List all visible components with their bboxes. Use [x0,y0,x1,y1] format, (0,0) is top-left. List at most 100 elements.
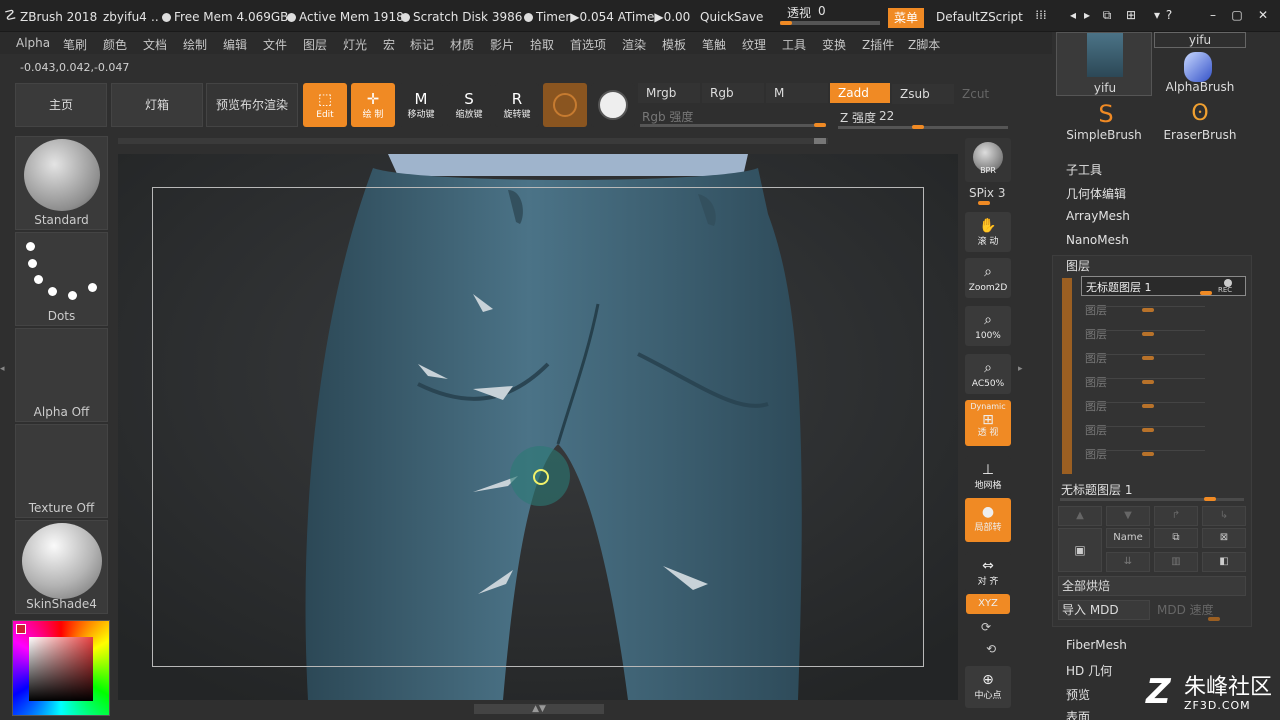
help-icon[interactable]: ? [1162,9,1176,21]
redo-icon[interactable]: ↱ [1154,506,1198,526]
delete-layer-icon[interactable]: ⊠ [1202,528,1246,548]
layout-icon[interactable]: ⧉ [1100,9,1114,21]
move-down-icon[interactable]: ▼ [1106,506,1150,526]
layer-name-button[interactable]: Name [1106,528,1150,548]
rgb-intensity-slider[interactable] [640,124,826,127]
center-button[interactable]: ⊕ 中心点 [965,666,1011,708]
scroll-button[interactable]: ✋ 滚 动 [965,212,1011,252]
right-tray-arrow-icon[interactable]: ▸ [1018,364,1026,380]
menu-draw[interactable]: 绘制 [183,36,207,53]
palette-toggle-icon[interactable]: ⁞⁞⁞ [1030,9,1052,21]
menu-zplugin[interactable]: Z插件 [862,36,894,53]
merge-down-icon[interactable]: ⇊ [1106,552,1150,572]
transfer-icon[interactable]: ↳ [1202,506,1246,526]
menu-edit[interactable]: 编辑 [223,36,247,53]
menu-alpha[interactable]: Alpha [16,36,50,50]
move-button[interactable]: M 移动键 [399,83,443,127]
save-layout-icon[interactable]: ⊞ [1124,9,1138,21]
color-mode-button[interactable] [591,83,635,127]
menu-movie[interactable]: 影片 [490,36,514,53]
layer-row[interactable]: 图层 [1085,350,1210,365]
active-layer-row[interactable]: 无标题图层 1 REC [1081,276,1246,296]
rotate-button[interactable]: R 旋转键 [495,83,539,127]
color-picker[interactable] [12,620,110,716]
frame-button[interactable]: ⇔ 对 齐 [965,552,1011,592]
material-selector[interactable]: SkinShade4 [15,520,108,614]
minimize-icon[interactable]: – [1206,9,1220,21]
menu-color[interactable]: 颜色 [103,36,127,53]
layer-row[interactable]: 图层 [1085,326,1210,341]
layer-row[interactable]: 图层 [1085,374,1210,389]
split-layer-icon[interactable]: ▥ [1154,552,1198,572]
floor-button[interactable]: ⊥ 地网格 [965,456,1011,496]
maximize-icon[interactable]: ▢ [1230,9,1244,21]
menu-preview[interactable]: 预览 [1066,686,1090,703]
new-layer-icon[interactable]: ▣ [1058,528,1102,572]
layer-intensity-slider[interactable] [1060,498,1244,501]
duplicate-layer-icon[interactable]: ⧉ [1154,528,1198,548]
actual-size-button[interactable]: ⌕ 100% [965,306,1011,346]
menu-tool[interactable]: 工具 [782,36,806,53]
mdd-speed-knob[interactable] [1208,617,1220,621]
transparency-slider[interactable] [780,21,880,25]
layer-intensity-knob[interactable] [1204,497,1216,501]
menu-transform[interactable]: 变换 [822,36,846,53]
rgb-button[interactable]: Rgb [702,83,764,103]
simplebrush-button[interactable]: SimpleBrush [1058,128,1150,142]
texture-selector[interactable]: Texture Off [15,424,108,518]
zcut-button[interactable]: Zcut [954,84,1004,104]
layer-list-scrollbar[interactable] [1062,278,1072,474]
xyz-rotate-button[interactable]: XYZ [966,594,1010,614]
half-size-button[interactable]: ⌕ AC50% [965,354,1011,394]
stroke-selector[interactable]: Dots [15,232,108,326]
top-shelf-scroll[interactable] [814,138,826,144]
menu-brush[interactable]: 笔刷 [63,36,87,53]
material-sphere-button[interactable] [543,83,587,127]
menu-document[interactable]: 文档 [143,36,167,53]
rec-button[interactable]: REC [1218,286,1232,294]
z-intensity-knob[interactable] [912,125,924,129]
menu-texture[interactable]: 纹理 [742,36,766,53]
mrgb-button[interactable]: Mrgb [638,83,700,103]
eraserbrush-button[interactable]: EraserBrush [1154,128,1246,142]
scale-button[interactable]: S 缩放键 [447,83,491,127]
bake-all-button[interactable]: 全部烘焙 [1058,576,1246,596]
menu-fibermesh[interactable]: FiberMesh [1066,638,1127,652]
arrow-left-icon[interactable]: ◂ [1066,9,1080,21]
layer-row[interactable]: 图层 [1085,446,1210,461]
menu-surface[interactable]: 表面 [1066,708,1090,720]
edit-button[interactable]: ⬚ Edit [303,83,347,127]
rgb-intensity-knob[interactable] [814,123,826,127]
layers-title[interactable]: 图层 [1066,257,1090,274]
menu-layer[interactable]: 图层 [303,36,327,53]
alphabrush-button[interactable]: AlphaBrush [1154,80,1246,94]
color-square[interactable] [29,637,93,701]
lightbox-button[interactable]: 灯箱 [111,83,203,127]
perspective-button[interactable]: Dynamic ⊞ 透 视 [965,400,1011,446]
brush-selector[interactable]: Standard [15,136,108,230]
menu-stencil[interactable]: 模板 [662,36,686,53]
menu-file[interactable]: 文件 [263,36,287,53]
quicksave-button[interactable]: QuickSave [700,10,763,24]
move-up-icon[interactable]: ▲ [1058,506,1102,526]
menu-render[interactable]: 渲染 [622,36,646,53]
bottom-tray-arrow-icon[interactable]: ▲▼ [474,704,604,714]
import-mdd-button[interactable]: 导入 MDD [1058,600,1150,620]
menu-hd-geometry[interactable]: HD 几何 [1066,662,1112,679]
z-rotate-icon[interactable]: ⟲ [986,642,996,656]
menu-preferences[interactable]: 首选项 [570,36,606,53]
y-rotate-icon[interactable]: ⟳ [981,620,991,634]
menu-stroke[interactable]: 笔触 [702,36,726,53]
menu-marker[interactable]: 标记 [410,36,434,53]
menu-arraymesh[interactable]: ArrayMesh [1066,209,1130,223]
main-color-swatch[interactable] [16,624,26,634]
left-tray-arrow-icon[interactable]: ◂ [0,364,6,380]
zadd-button[interactable]: Zadd [830,83,890,103]
layer-row[interactable]: 图层 [1085,302,1210,317]
bpr-preview-button[interactable]: 预览布尔渲染 [206,83,298,127]
menu-subtool[interactable]: 子工具 [1066,161,1102,178]
menu-nanomesh[interactable]: NanoMesh [1066,233,1129,247]
menu-picker[interactable]: 拾取 [530,36,554,53]
menu-zscript[interactable]: Z脚本 [908,36,940,53]
layer-row[interactable]: 图层 [1085,398,1210,413]
